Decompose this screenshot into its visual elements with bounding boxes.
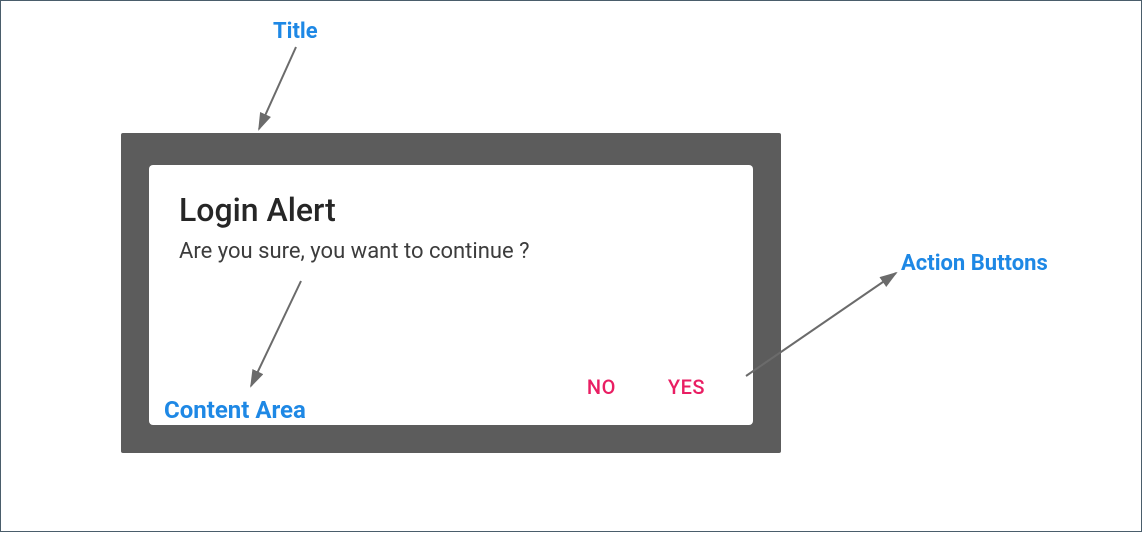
title-annotation-label: Title <box>273 19 318 44</box>
yes-button[interactable]: YES <box>668 375 705 399</box>
dialog-content-text: Are you sure, you want to continue ? <box>179 239 723 375</box>
dialog-title: Login Alert <box>179 191 723 229</box>
no-button[interactable]: NO <box>587 375 616 399</box>
alert-dialog: Login Alert Are you sure, you want to co… <box>149 165 753 425</box>
title-arrow <box>259 47 296 129</box>
content-area-annotation-label: Content Area <box>164 396 306 424</box>
action-buttons-annotation-label: Action Buttons <box>901 251 1048 276</box>
